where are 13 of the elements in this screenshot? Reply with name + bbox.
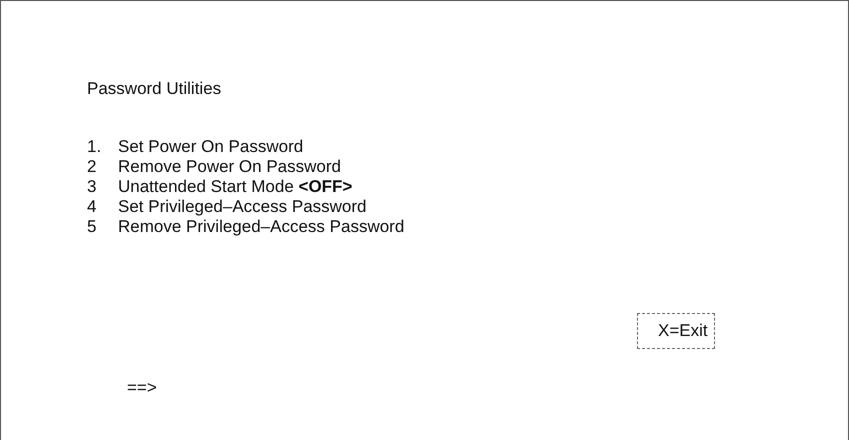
- option-label[interactable]: Set Privileged–Access Password: [118, 197, 367, 217]
- option-number: 2: [87, 157, 98, 177]
- option-label[interactable]: Remove Power On Password: [118, 157, 341, 177]
- exit-key[interactable]: X=Exit: [637, 313, 715, 349]
- option-label[interactable]: Remove Privileged–Access Password: [118, 217, 404, 237]
- screen-title: Password Utilities: [87, 78, 222, 100]
- option-number: 1.: [87, 137, 102, 157]
- command-prompt: ==>: [127, 377, 157, 399]
- option-label[interactable]: Unattended Start Mode <OFF>: [118, 177, 352, 197]
- option-number: 4: [87, 197, 98, 217]
- option-number: 3: [87, 177, 98, 197]
- option-label[interactable]: Set Power On Password: [118, 137, 304, 157]
- option-number: 5: [87, 217, 98, 237]
